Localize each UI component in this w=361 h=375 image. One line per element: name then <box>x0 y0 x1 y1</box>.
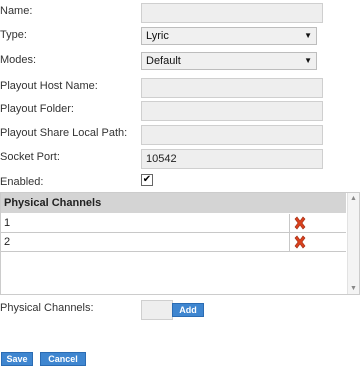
channel-name-cell: 1 <box>1 214 290 232</box>
delete-icon[interactable] <box>293 235 307 249</box>
table-row[interactable]: 1 <box>1 214 346 233</box>
chevron-down-icon: ▼ <box>304 56 312 65</box>
scroll-up-icon[interactable]: ▲ <box>350 195 357 202</box>
chevron-down-icon: ▼ <box>304 31 312 40</box>
playout-host-input[interactable] <box>141 78 323 98</box>
playout-folder-label: Playout Folder: <box>0 103 74 115</box>
modes-label: Modes: <box>0 54 37 66</box>
add-channel-label: Physical Channels: <box>0 302 94 314</box>
grid-scrollbar[interactable]: ▲ ▼ <box>347 193 359 294</box>
name-input[interactable] <box>141 3 323 23</box>
type-select[interactable]: Lyric ▼ <box>141 27 317 45</box>
playout-folder-input[interactable] <box>141 101 323 121</box>
delete-icon[interactable] <box>293 216 307 230</box>
modes-select[interactable]: Default ▼ <box>141 52 317 70</box>
type-select-value: Lyric <box>146 30 169 42</box>
table-row[interactable]: 2 <box>1 233 346 252</box>
socket-port-input[interactable] <box>141 149 323 169</box>
playout-host-label: Playout Host Name: <box>0 80 98 92</box>
share-path-input[interactable] <box>141 125 323 145</box>
scroll-down-icon[interactable]: ▼ <box>350 285 357 292</box>
modes-select-value: Default <box>146 55 181 67</box>
enabled-checkbox[interactable]: ✔ <box>141 174 153 186</box>
channel-name-cell: 2 <box>1 233 290 251</box>
physical-channels-grid: Physical Channels 1 2 ▲ ▼ <box>0 192 360 295</box>
save-button[interactable]: Save <box>1 352 33 366</box>
enabled-label: Enabled: <box>0 176 44 188</box>
socket-port-label: Socket Port: <box>0 151 60 163</box>
share-path-label: Playout Share Local Path: <box>0 127 128 139</box>
name-label: Name: <box>0 5 33 17</box>
add-channel-button[interactable]: Add <box>172 303 204 317</box>
cancel-button[interactable]: Cancel <box>40 352 86 366</box>
checkmark-icon: ✔ <box>142 174 152 185</box>
add-channel-input[interactable] <box>141 300 173 320</box>
type-label: Type: <box>0 29 27 41</box>
grid-header: Physical Channels <box>1 193 346 213</box>
